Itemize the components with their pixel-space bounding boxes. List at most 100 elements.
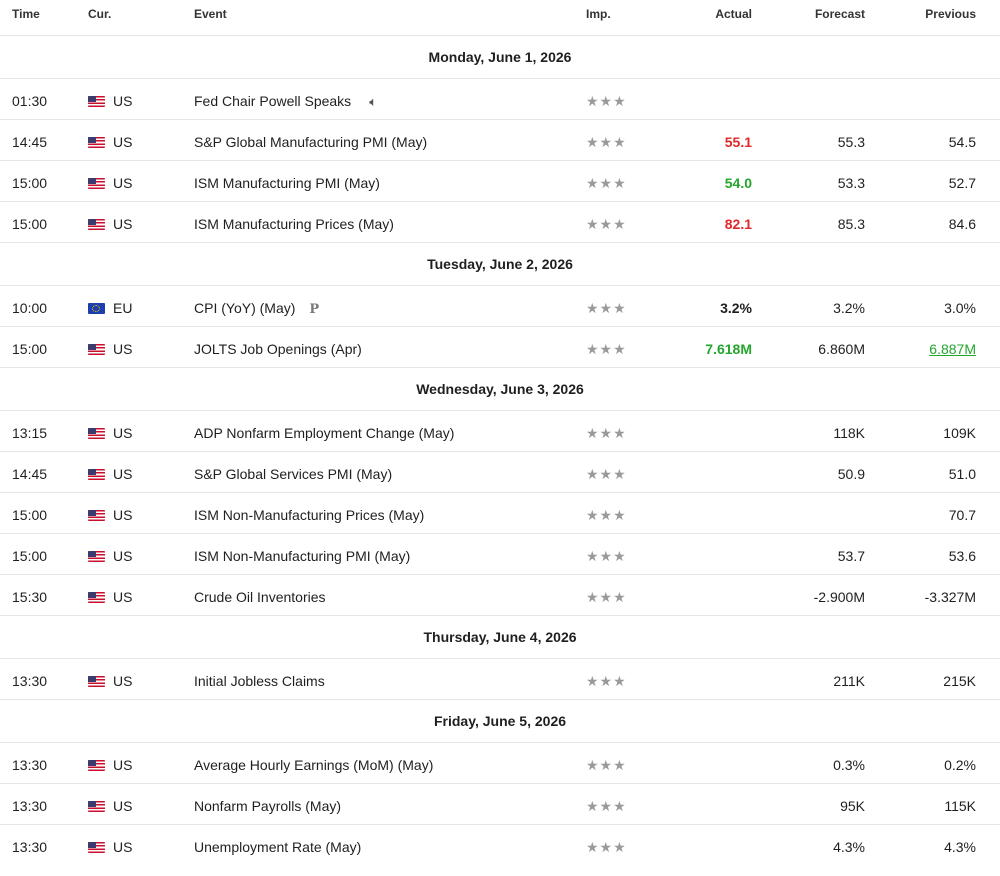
speaker-icon: 🔈︎ [369,94,377,109]
event-currency: US [88,673,132,689]
event-time: 15:30 [12,589,48,605]
event-time: 14:45 [12,134,48,150]
forecast-value: 0.3% [833,757,865,773]
header-event[interactable]: Event [194,7,227,21]
us-flag-icon [88,842,105,853]
event-currency: US [88,425,132,441]
date-row: Wednesday, June 3, 2026 [0,368,1000,411]
forecast-value: -2.900M [813,589,865,605]
currency-code: US [113,673,133,689]
preliminary-icon: P [309,302,320,317]
event-title[interactable]: ADP Nonfarm Employment Change (May) [194,425,454,441]
header-importance[interactable]: Imp. [586,7,611,21]
event-row[interactable]: 15:00 US ISM Non-Manufacturing Prices (M… [0,493,1000,534]
actual-value: 82.1 [724,216,752,232]
event-title[interactable]: Unemployment Rate (May) [194,839,361,855]
event-time: 13:15 [12,425,48,441]
currency-code: US [113,548,133,564]
importance-stars: ★★★ [586,589,627,605]
event-time: 15:00 [12,548,48,564]
previous-value: 53.6 [948,548,976,564]
previous-value: 215K [943,673,976,689]
currency-code: US [113,507,133,523]
currency-code: US [113,466,133,482]
date-row: Thursday, June 4, 2026 [0,616,1000,659]
event-title[interactable]: Crude Oil Inventories [194,589,326,605]
actual-value: 54.0 [724,175,752,191]
header-forecast[interactable]: Forecast [815,7,865,21]
event-title[interactable]: ISM Manufacturing Prices (May) [194,216,394,232]
event-title[interactable]: S&P Global Manufacturing PMI (May) [194,134,427,150]
header-actual[interactable]: Actual [715,7,752,21]
event-title[interactable]: ISM Non-Manufacturing PMI (May) [194,548,410,564]
forecast-value: 211K [833,673,865,689]
event-row[interactable]: 15:30 US Crude Oil Inventories ★★★ -2.90… [0,575,1000,616]
event-title[interactable]: Initial Jobless Claims [194,673,325,689]
importance-stars: ★★★ [586,548,627,564]
date-row: Friday, June 5, 2026 [0,700,1000,743]
event-title[interactable]: ISM Manufacturing PMI (May) [194,175,380,191]
event-title[interactable]: Average Hourly Earnings (MoM) (May) [194,757,433,773]
event-currency: US [88,134,132,150]
event-row[interactable]: 15:00 US ISM Non-Manufacturing PMI (May)… [0,534,1000,575]
event-time: 13:30 [12,673,48,689]
date-row: Monday, June 1, 2026 [0,36,1000,79]
event-row[interactable]: 15:00 US ISM Manufacturing PMI (May) ★★★… [0,161,1000,202]
importance-stars: ★★★ [586,341,627,357]
event-row[interactable]: 14:45 US S&P Global Manufacturing PMI (M… [0,120,1000,161]
currency-code: US [113,216,133,232]
previous-value: 54.5 [948,134,976,150]
event-time: 15:00 [12,175,48,191]
previous-value: 51.0 [948,466,976,482]
us-flag-icon [88,219,105,230]
forecast-value: 118K [833,425,865,441]
event-title[interactable]: S&P Global Services PMI (May) [194,466,392,482]
currency-code: US [113,757,133,773]
event-title[interactable]: Nonfarm Payrolls (May) [194,798,341,814]
previous-value: 115K [944,798,976,814]
importance-stars: ★★★ [586,466,627,482]
event-row[interactable]: 14:45 US S&P Global Services PMI (May) ★… [0,452,1000,493]
importance-stars: ★★★ [586,507,627,523]
currency-code: US [113,134,133,150]
event-time: 13:30 [12,757,48,773]
event-row[interactable]: 10:00 EU CPI (YoY) (May) P ★★★ 3.2% 3.2% … [0,286,1000,327]
event-title[interactable]: CPI (YoY) (May) [194,300,295,316]
header-time[interactable]: Time [12,7,40,21]
event-title[interactable]: JOLTS Job Openings (Apr) [194,341,362,357]
event-row[interactable]: 13:30 US Initial Jobless Claims ★★★ 211K… [0,659,1000,700]
currency-code: US [113,93,133,109]
event-time: 13:30 [12,798,48,814]
event-name: Fed Chair Powell Speaks 🔈︎ [194,93,377,110]
event-row[interactable]: 13:30 US Average Hourly Earnings (MoM) (… [0,743,1000,784]
event-row[interactable]: 01:30 US Fed Chair Powell Speaks 🔈︎ ★★★ [0,79,1000,120]
header-currency[interactable]: Cur. [88,7,111,21]
event-title[interactable]: ISM Non-Manufacturing Prices (May) [194,507,424,523]
event-row[interactable]: 13:30 US Unemployment Rate (May) ★★★ 4.3… [0,825,1000,866]
event-currency: US [88,341,132,357]
event-row[interactable]: 15:00 US ISM Manufacturing Prices (May) … [0,202,1000,243]
importance-stars: ★★★ [586,425,627,441]
us-flag-icon [88,551,105,562]
importance-stars: ★★★ [586,216,627,232]
currency-code: US [113,425,133,441]
event-row[interactable]: 13:15 US ADP Nonfarm Employment Change (… [0,411,1000,452]
us-flag-icon [88,178,105,189]
previous-revised-value[interactable]: 6.887M [929,341,976,357]
header-previous[interactable]: Previous [925,7,976,21]
forecast-value: 50.9 [837,466,865,482]
event-row[interactable]: 15:00 US JOLTS Job Openings (Apr) ★★★ 7.… [0,327,1000,368]
event-row[interactable]: 13:30 US Nonfarm Payrolls (May) ★★★ 95K … [0,784,1000,825]
forecast-value: 85.3 [837,216,865,232]
event-currency: US [88,93,132,109]
date-label: Friday, June 5, 2026 [433,713,567,729]
forecast-value: 55.3 [837,134,865,150]
forecast-value: 6.860M [818,341,865,357]
event-title[interactable]: Fed Chair Powell Speaks [194,93,351,109]
event-time: 10:00 [12,300,48,316]
event-time: 14:45 [12,466,48,482]
importance-stars: ★★★ [586,798,627,814]
event-time: 15:00 [12,507,48,523]
currency-code: US [113,589,133,605]
previous-value: -3.327M [924,589,976,605]
